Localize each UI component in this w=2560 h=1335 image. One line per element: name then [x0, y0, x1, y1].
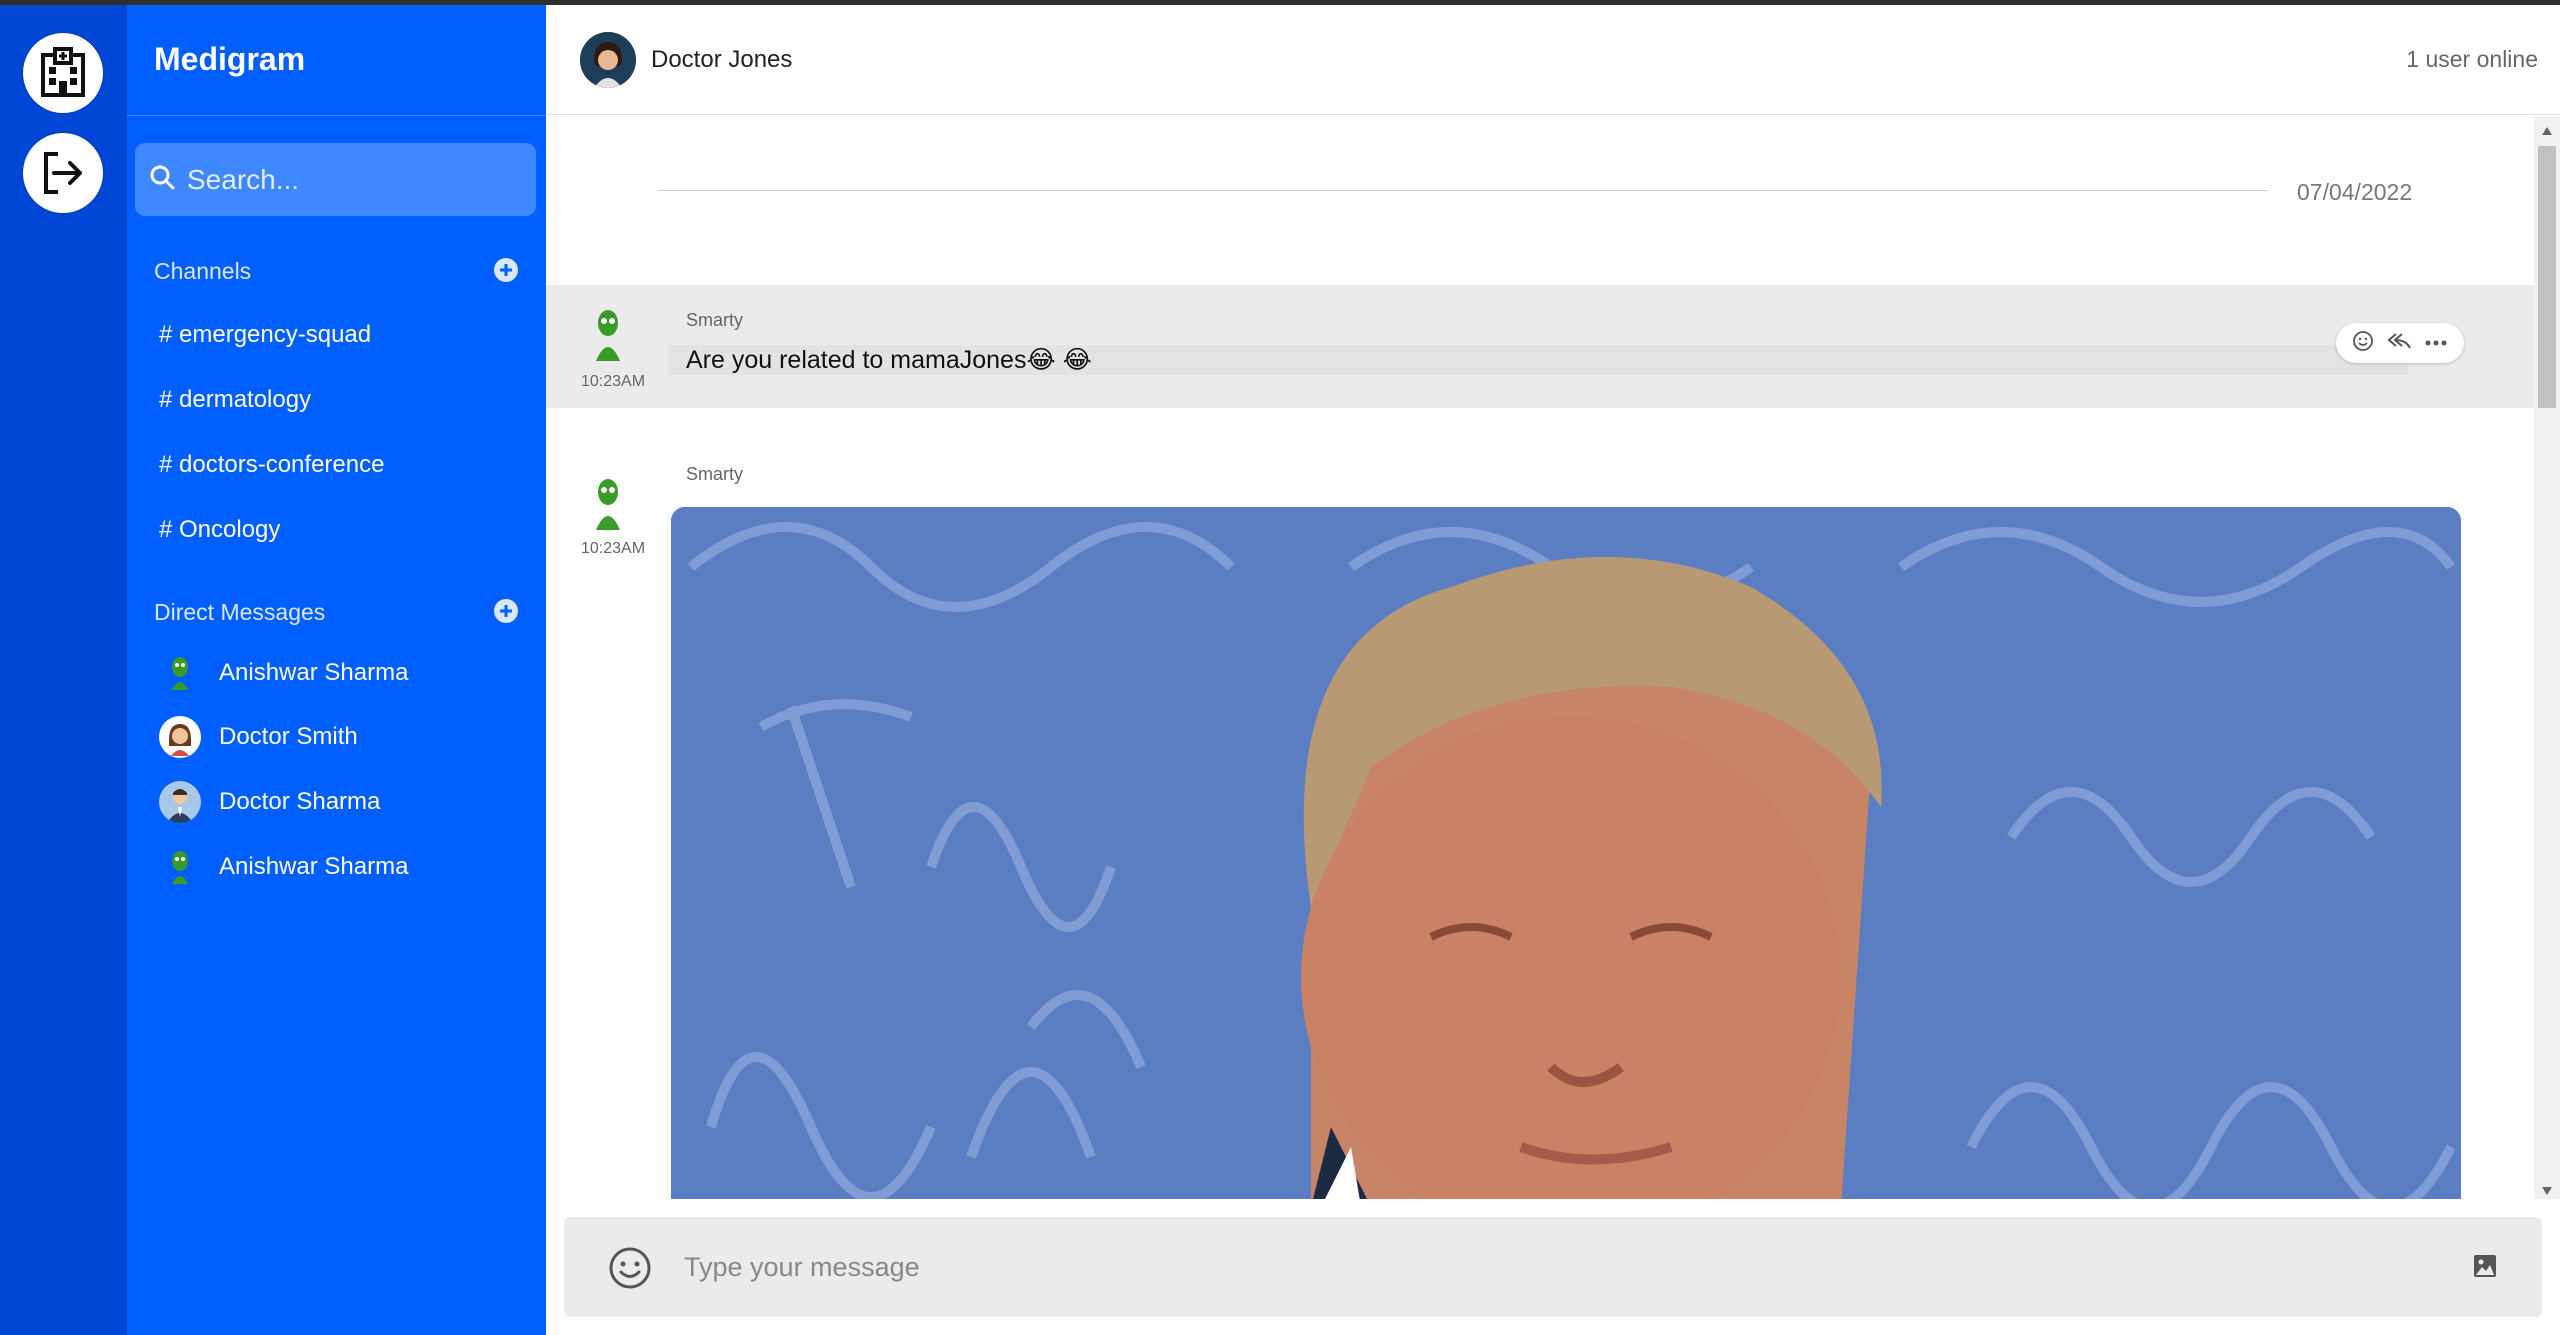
message-scrollbar[interactable]	[2534, 116, 2560, 1199]
gif-attachment[interactable]	[671, 507, 2461, 1199]
emoji-picker-icon[interactable]	[608, 1246, 652, 1295]
chat-header: Doctor Jones 1 user online	[546, 5, 2560, 115]
message-text: Are you related to mamaJones😂 😂	[686, 346, 1092, 374]
icon-rail	[0, 5, 127, 1335]
dm-item-anishwar-sharma-2[interactable]: Anishwar Sharma	[159, 846, 408, 888]
channel-item-doctors-conference[interactable]: # doctors-conference	[159, 451, 384, 479]
search-placeholder: Search...	[187, 163, 300, 195]
dm-name: Anishwar Sharma	[219, 853, 409, 880]
message-actions	[2336, 323, 2464, 363]
message-input[interactable]: Type your message	[684, 1252, 920, 1283]
search-icon	[149, 164, 175, 195]
channel-item-oncology[interactable]: # Oncology	[159, 516, 280, 544]
date-label: 07/04/2022	[2297, 179, 2413, 205]
add-channel-icon[interactable]	[493, 257, 519, 283]
reply-icon[interactable]	[2386, 330, 2412, 357]
message-time: 10:23AM	[581, 540, 646, 557]
hospital-icon[interactable]	[23, 33, 103, 113]
channels-title: Channels	[154, 258, 252, 284]
channel-item-dermatology[interactable]: # dermatology	[159, 386, 311, 414]
alien-avatar	[159, 846, 201, 888]
alien-avatar	[159, 652, 201, 694]
more-options-icon[interactable]	[2424, 334, 2448, 352]
logout-icon[interactable]	[23, 133, 103, 213]
add-reaction-icon[interactable]	[2352, 330, 2374, 357]
man-suit-avatar	[159, 781, 201, 823]
alien-avatar	[582, 305, 634, 365]
divider	[127, 115, 546, 116]
sidebar: Medigram Search... Channels # emergency-…	[127, 5, 546, 1335]
app-title: Medigram	[154, 41, 306, 77]
add-direct-message-icon[interactable]	[493, 598, 519, 624]
dm-name: Anishwar Sharma	[219, 659, 409, 686]
scroll-down-arrow-icon[interactable]	[2542, 1182, 2552, 1200]
date-divider	[658, 190, 2268, 191]
image-upload-icon[interactable]	[2472, 1253, 2498, 1284]
laughing-emoji: 😂 😂	[1026, 346, 1092, 374]
dm-name: Doctor Sharma	[219, 788, 381, 815]
message-author: Smarty	[686, 464, 744, 484]
channel-item-emergency-squad[interactable]: # emergency-squad	[159, 321, 371, 349]
search-input[interactable]: Search...	[135, 143, 536, 216]
contact-avatar[interactable]	[580, 32, 636, 88]
dm-item-anishwar-sharma[interactable]: Anishwar Sharma	[159, 652, 408, 694]
chat-panel: Doctor Jones 1 user online 07/04/2022 10…	[546, 5, 2560, 1335]
message-list[interactable]: 07/04/2022 10:23AM Smarty Are you relate…	[546, 116, 2536, 1199]
dm-item-doctor-smith[interactable]: Doctor Smith	[159, 716, 358, 758]
woman-avatar	[159, 716, 201, 758]
contact-name: Doctor Jones	[651, 46, 793, 73]
dm-name: Doctor Smith	[219, 723, 358, 750]
message-composer[interactable]: Type your message	[564, 1217, 2542, 1317]
alien-avatar	[582, 474, 634, 534]
dm-item-doctor-sharma[interactable]: Doctor Sharma	[159, 781, 380, 823]
message-time: 10:23AM	[581, 373, 646, 390]
message-author: Smarty	[686, 310, 744, 330]
scroll-up-arrow-icon[interactable]	[2542, 122, 2552, 140]
message-item[interactable]: 10:23AM Smarty Are you related to mamaJo…	[546, 285, 2536, 408]
direct-messages-title: Direct Messages	[154, 599, 326, 625]
scrollbar-thumb[interactable]	[2538, 146, 2556, 408]
online-status: 1 user online	[2406, 46, 2538, 72]
